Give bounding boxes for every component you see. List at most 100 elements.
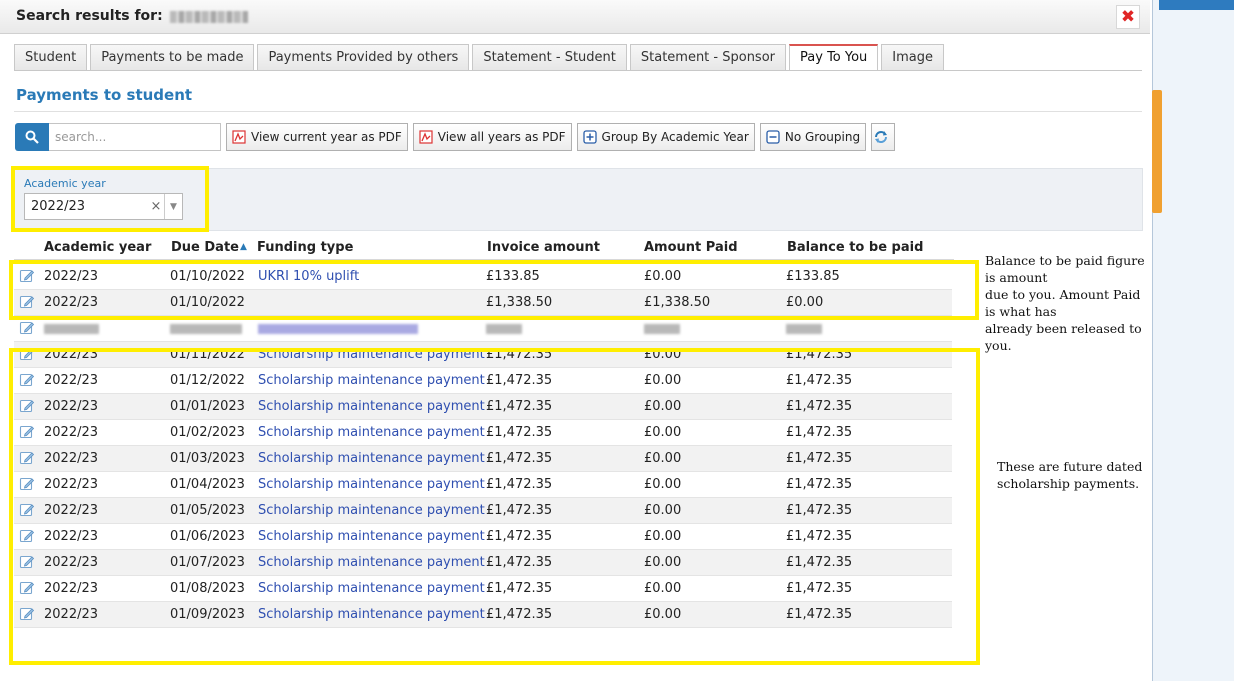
cell-balance-to-be-paid: £1,472.35	[786, 529, 853, 544]
cell-balance-to-be-paid: £1,472.35	[786, 399, 853, 414]
edit-icon[interactable]	[19, 268, 35, 284]
cell-funding-type[interactable]: Scholarship maintenance payment	[258, 581, 485, 596]
sort-asc-icon: ▲	[240, 242, 247, 252]
edit-icon[interactable]	[19, 424, 35, 440]
table-row[interactable]: 2022/23 01/10/2022 UKRI 10% uplift £133.85 £…	[14, 264, 952, 290]
cell-amount-paid: £0.00	[644, 529, 682, 544]
cell-academic-year: 2022/23	[44, 269, 99, 284]
table-row[interactable]: 2022/23 01/01/2023 Scholarship maintenance…	[14, 394, 952, 420]
tab-student[interactable]: Student	[14, 44, 88, 70]
cell-funding-type[interactable]: Scholarship maintenance payment	[258, 451, 485, 466]
cell-funding-type[interactable]: Scholarship maintenance payment	[258, 425, 485, 440]
view-all-years-pdf-button[interactable]: View all years as PDF	[412, 123, 572, 151]
clear-icon[interactable]: ×	[148, 199, 164, 214]
table-row[interactable]: 2022/23 01/12/2022 Scholarship maintenance…	[14, 368, 952, 394]
table-row[interactable]: 2022/23 01/11/2022 Scholarship maintenance…	[14, 342, 952, 368]
section-title: Payments to student	[16, 86, 193, 104]
cell-funding-type[interactable]: Scholarship maintenance payment	[258, 529, 485, 544]
tab-payments-to-be-made[interactable]: Payments to be made	[90, 44, 255, 70]
cell-invoice-amount: £133.85	[486, 269, 540, 284]
cell-due-date: 01/12/2022	[170, 373, 245, 388]
column-header-balance-to-be-paid[interactable]: Balance to be paid	[787, 240, 923, 255]
cell-invoice-amount: £1,472.35	[486, 477, 553, 492]
column-header-academic-year[interactable]: Academic year	[44, 240, 151, 255]
future-payments-annotation: These are future dated scholarship payme…	[997, 458, 1142, 492]
cell-funding-type[interactable]: Scholarship maintenance payment	[258, 503, 485, 518]
column-header-due-date[interactable]: Due Date	[171, 240, 239, 255]
academic-year-select[interactable]: 2022/23 × ▼	[24, 193, 183, 220]
cell-balance-to-be-paid: £1,472.35	[786, 555, 853, 570]
edit-icon[interactable]	[19, 528, 35, 544]
tab-pay-to-you[interactable]: Pay To You	[789, 44, 879, 70]
cell-balance-to-be-paid: £1,472.35	[786, 373, 853, 388]
tab-divider	[14, 70, 1142, 71]
cell-amount-paid: £0.00	[644, 425, 682, 440]
academic-year-value: 2022/23	[31, 199, 86, 214]
cell-academic-year: 2022/23	[44, 607, 99, 622]
table-row[interactable]: 2022/23 01/07/2023 Scholarship maintenance…	[14, 550, 952, 576]
search-icon[interactable]	[15, 123, 49, 151]
cell-amount-paid: £0.00	[644, 503, 682, 518]
edit-icon[interactable]	[19, 554, 35, 570]
table-row[interactable]: 2022/23 01/05/2023 Scholarship maintenance…	[14, 498, 952, 524]
cell-funding-type[interactable]: Scholarship maintenance payment	[258, 607, 485, 622]
cell-academic-year: 2022/23	[44, 451, 99, 466]
refresh-icon[interactable]	[871, 123, 896, 151]
group-by-academic-year-button[interactable]: Group By Academic Year	[576, 123, 755, 151]
table-row[interactable]: 2022/23 01/08/2023 Scholarship maintenance…	[14, 576, 952, 602]
tab-image[interactable]: Image	[881, 44, 945, 70]
edit-icon[interactable]	[19, 398, 35, 414]
cell-balance-to-be-paid: £1,472.35	[786, 347, 853, 362]
plus-square-icon	[582, 130, 597, 144]
search-input[interactable]	[49, 123, 221, 151]
cell-funding-type[interactable]: UKRI 10% uplift	[258, 269, 359, 284]
table-row[interactable]: 2022/23 01/10/2022 £1,338.50 £1,338.50 £0.00	[14, 290, 952, 316]
column-header-invoice-amount[interactable]: Invoice amount	[487, 240, 600, 255]
cell-academic-year: 2022/23	[44, 425, 99, 440]
table-row[interactable]: 2022/23 01/06/2023 Scholarship maintenance…	[14, 524, 952, 550]
cell-funding-type[interactable]: Scholarship maintenance payment	[258, 477, 485, 492]
cell-balance-to-be-paid: £1,472.35	[786, 607, 853, 622]
table-row[interactable]: 2022/23 01/09/2023 Scholarship maintenance…	[14, 602, 952, 628]
edit-icon[interactable]	[19, 294, 35, 310]
cell-amount-paid: £0.00	[644, 607, 682, 622]
cell-funding-type[interactable]: Scholarship maintenance payment	[258, 373, 485, 388]
pdf-icon	[419, 130, 433, 144]
cell-due-date: 01/07/2023	[170, 555, 245, 570]
table-row[interactable]: 2022/23 01/04/2023 Scholarship maintenance…	[14, 472, 952, 498]
chevron-down-icon[interactable]: ▼	[164, 194, 182, 219]
cell-amount-paid: £0.00	[644, 555, 682, 570]
cell-funding-type[interactable]: Scholarship maintenance payment	[258, 347, 485, 362]
edit-icon[interactable]	[19, 502, 35, 518]
edit-icon[interactable]	[19, 346, 35, 362]
cell-invoice-amount: £1,472.35	[486, 347, 553, 362]
cell-invoice-amount: £1,472.35	[486, 373, 553, 388]
no-grouping-button[interactable]: No Grouping	[759, 123, 867, 151]
redacted-search-term	[170, 11, 248, 23]
edit-icon[interactable]	[19, 450, 35, 466]
balance-annotation: Balance to be paid figure is amount due …	[985, 252, 1152, 354]
tab-statement-sponsor[interactable]: Statement - Sponsor	[629, 44, 787, 70]
future-annotation-line: scholarship payments.	[997, 476, 1140, 491]
view-current-year-pdf-button[interactable]: View current year as PDF	[226, 123, 408, 151]
cell-due-date: 01/10/2022	[170, 269, 245, 284]
tab-statement-student[interactable]: Statement - Student	[472, 44, 627, 70]
cell-funding-type[interactable]: Scholarship maintenance payment	[258, 399, 485, 414]
cell-balance-to-be-paid: £1,472.35	[786, 425, 853, 440]
column-header-amount-paid[interactable]: Amount Paid	[644, 240, 738, 255]
table-row[interactable]: 2022/23 01/02/2023 Scholarship maintenance…	[14, 420, 952, 446]
cell-funding-type[interactable]: Scholarship maintenance payment	[258, 555, 485, 570]
edit-icon[interactable]	[19, 372, 35, 388]
column-header-funding-type[interactable]: Funding type	[257, 240, 353, 255]
cell-academic-year: 2022/23	[44, 373, 99, 388]
edit-icon[interactable]	[19, 580, 35, 596]
cell-academic-year: 2022/23	[44, 295, 99, 310]
edit-icon[interactable]	[19, 476, 35, 492]
cell-invoice-amount: £1,472.35	[486, 555, 553, 570]
table-row[interactable]: 2022/23 01/03/2023 Scholarship maintenance…	[14, 446, 952, 472]
tab-payments-provided-by-others[interactable]: Payments Provided by others	[257, 44, 470, 70]
edit-icon[interactable]	[19, 606, 35, 622]
cell-balance-to-be-paid: £0.00	[786, 295, 824, 310]
close-icon[interactable]: ✖	[1116, 5, 1140, 29]
edit-icon[interactable]	[19, 320, 35, 336]
